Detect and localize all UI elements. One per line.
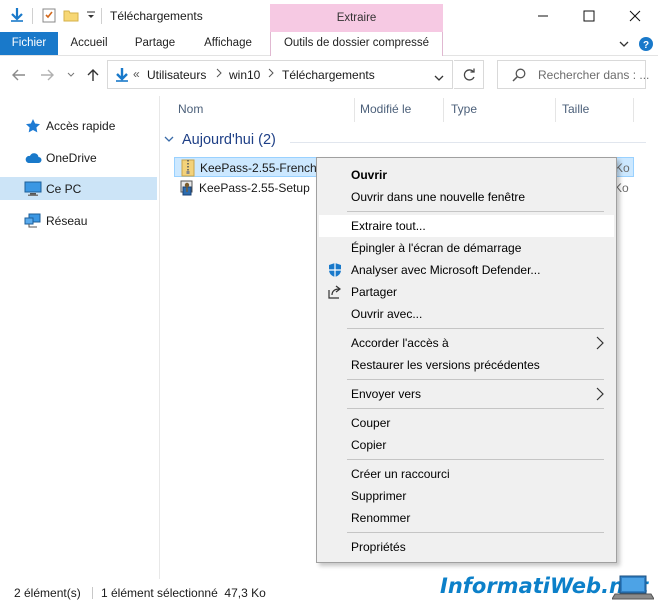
minimize-button[interactable] (520, 0, 566, 32)
menu-separator (347, 408, 604, 409)
menu-item-proprietes[interactable]: Propriétés (319, 536, 614, 558)
customize-dropdown-icon[interactable] (82, 6, 100, 24)
menu-item-couper[interactable]: Couper (319, 412, 614, 434)
sidebar-item-ce-pc[interactable]: Ce PC (0, 177, 157, 200)
menu-separator (347, 532, 604, 533)
submenu-arrow-icon (596, 387, 604, 401)
expand-ribbon-icon[interactable] (616, 36, 632, 52)
forward-arrow-icon[interactable] (38, 66, 56, 84)
menu-item-extraire-tout[interactable]: Extraire tout... (319, 215, 614, 237)
contextual-tab-group: Extraire (270, 4, 443, 32)
back-arrow-icon[interactable] (10, 66, 28, 84)
tab-accueil[interactable]: Accueil (60, 32, 118, 55)
search-icon (512, 68, 526, 82)
download-arrow-icon (8, 6, 26, 24)
column-divider[interactable] (633, 98, 634, 122)
breadcrumb-utilisateurs[interactable]: Utilisateurs (147, 68, 206, 82)
cloud-icon (24, 149, 42, 167)
menu-item-renommer[interactable]: Renommer (319, 507, 614, 529)
menu-item-ouvrir-nouvelle-fenetre[interactable]: Ouvrir dans une nouvelle fenêtre (319, 186, 614, 208)
column-header-nom[interactable]: Nom (178, 102, 203, 116)
menu-item-supprimer[interactable]: Supprimer (319, 485, 614, 507)
context-menu: Ouvrir Ouvrir dans une nouvelle fenêtre … (316, 157, 617, 563)
installer-icon (179, 179, 195, 197)
menu-item-analyser-defender[interactable]: Analyser avec Microsoft Defender... (319, 259, 614, 281)
menu-item-ouvrir-avec[interactable]: Ouvrir avec... (319, 303, 614, 325)
sidebar-item-reseau[interactable]: Réseau (0, 209, 157, 232)
title-divider (32, 8, 33, 24)
maximize-button[interactable] (566, 0, 612, 32)
sidebar-item-onedrive[interactable]: OneDrive (0, 146, 157, 169)
address-dropdown-icon[interactable] (434, 71, 444, 81)
refresh-icon (463, 68, 475, 81)
submenu-arrow-icon (596, 336, 604, 350)
new-folder-icon[interactable] (62, 6, 80, 24)
menu-separator (347, 379, 604, 380)
column-divider[interactable] (443, 98, 444, 122)
up-arrow-icon[interactable] (84, 66, 102, 84)
file-size: Ko (615, 161, 630, 175)
tab-outils-dossier-compresse[interactable]: Outils de dossier compressé (270, 32, 443, 56)
menu-item-accorder-acces[interactable]: Accorder l'accès à (319, 332, 614, 354)
recent-locations-icon[interactable] (62, 66, 80, 84)
search-box[interactable]: Rechercher dans : ... (497, 60, 650, 89)
menu-separator (347, 328, 604, 329)
file-name: KeePass-2.55-French (200, 161, 317, 175)
computer-icon (24, 180, 42, 198)
column-header-modifie[interactable]: Modifié le (360, 102, 411, 116)
title-divider-2 (101, 8, 102, 24)
tab-partage[interactable]: Partage (126, 32, 184, 55)
sidebar-item-acces-rapide[interactable]: Accès rapide (0, 114, 157, 137)
chevron-right-icon[interactable] (216, 68, 222, 81)
navigation-bar: « Utilisateurs win10 Téléchargements Rec… (0, 56, 658, 96)
status-selection: 1 élément sélectionné 47,3 Ko (101, 586, 266, 600)
menu-separator (347, 459, 604, 460)
menu-separator (347, 211, 604, 212)
column-header-taille[interactable]: Taille (562, 102, 589, 116)
column-divider[interactable] (354, 98, 355, 122)
search-placeholder: Rechercher dans : ... (538, 68, 650, 82)
network-icon (24, 212, 42, 230)
menu-item-ouvrir[interactable]: Ouvrir (319, 164, 614, 186)
star-icon (24, 117, 42, 135)
zip-folder-icon (180, 159, 196, 177)
status-divider (92, 587, 93, 599)
chevron-right-icon[interactable] (268, 68, 274, 81)
menu-item-creer-raccourci[interactable]: Créer un raccourci (319, 463, 614, 485)
svg-text:?: ? (643, 40, 649, 51)
menu-item-epingler[interactable]: Épingler à l'écran de démarrage (319, 237, 614, 259)
navigation-pane: Accès rapide OneDrive Ce PC Réseau (0, 96, 160, 579)
close-button[interactable] (612, 0, 658, 32)
menu-item-restaurer-versions[interactable]: Restaurer les versions précédentes (319, 354, 614, 376)
breadcrumb-win10[interactable]: win10 (229, 68, 260, 82)
laptop-logo-icon (611, 574, 655, 602)
window-title: Téléchargements (110, 9, 203, 23)
defender-shield-icon (327, 262, 343, 278)
title-bar: Téléchargements Extraire (0, 0, 658, 32)
breadcrumb-telechargements[interactable]: Téléchargements (282, 68, 375, 82)
collapse-group-icon[interactable] (164, 134, 174, 146)
group-divider (290, 142, 646, 143)
properties-check-icon[interactable] (40, 6, 58, 24)
column-divider[interactable] (555, 98, 556, 122)
share-icon (327, 284, 343, 300)
status-item-count: 2 élément(s) (14, 586, 81, 600)
tab-fichier[interactable]: Fichier (0, 32, 58, 55)
menu-item-envoyer-vers[interactable]: Envoyer vers (319, 383, 614, 405)
ribbon-tabs: Fichier Accueil Partage Affichage Outils… (0, 32, 658, 56)
group-header-aujourdhui[interactable]: Aujourd'hui (2) (182, 132, 276, 148)
menu-item-partager[interactable]: Partager (319, 281, 614, 303)
tab-affichage[interactable]: Affichage (198, 32, 258, 55)
menu-item-copier[interactable]: Copier (319, 434, 614, 456)
breadcrumb-overflow[interactable]: « (133, 67, 140, 81)
refresh-button[interactable] (454, 60, 484, 89)
address-bar[interactable]: « Utilisateurs win10 Téléchargements (107, 60, 453, 89)
downloads-folder-icon (114, 67, 130, 83)
column-header-type[interactable]: Type (451, 102, 477, 116)
help-icon[interactable]: ? (638, 36, 654, 52)
file-name: KeePass-2.55-Setup (199, 181, 310, 195)
